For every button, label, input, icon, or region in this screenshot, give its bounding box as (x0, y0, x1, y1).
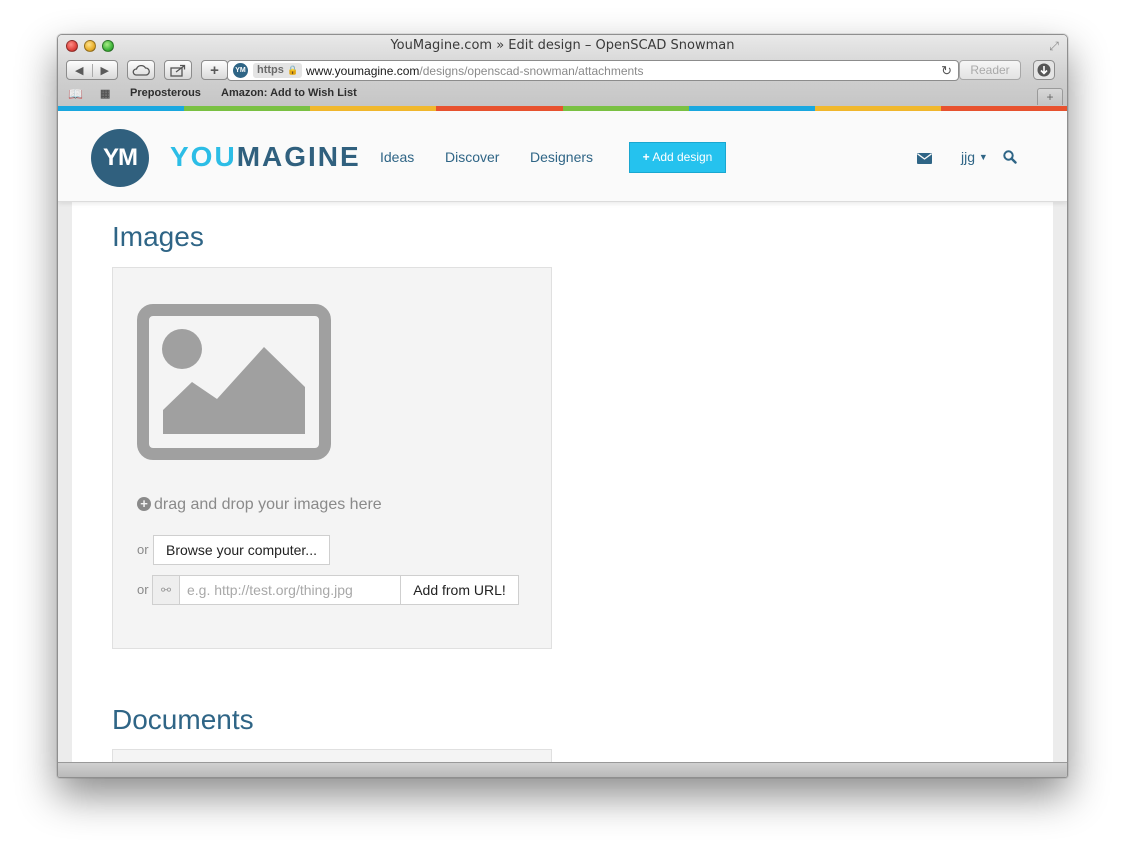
logo-mark[interactable]: YM (91, 129, 149, 187)
add-design-label: Add design (652, 150, 713, 164)
url-scheme: https (257, 64, 284, 76)
image-dropzone[interactable]: + drag and drop your images here or Brows… (112, 267, 552, 649)
back-forward-buttons[interactable]: ◀ ▶ (66, 60, 118, 80)
forward-arrow-icon[interactable]: ▶ (93, 64, 118, 77)
reader-button[interactable]: Reader (959, 60, 1021, 80)
document-dropzone[interactable] (112, 749, 552, 762)
url-upload-group: ⚯ Add from URL! (152, 575, 519, 605)
caret-down-icon: ▼ (978, 152, 988, 162)
main-content: Images + drag and drop your images here o… (72, 201, 1053, 762)
browser-chrome: YouMagine.com » Edit design – OpenSCAD S… (58, 35, 1067, 107)
add-bookmark-button[interactable]: + (201, 60, 228, 80)
browser-window: YouMagine.com » Edit design – OpenSCAD S… (57, 34, 1068, 778)
nav-discover[interactable]: Discover (445, 149, 499, 165)
plus-circle-icon: + (137, 497, 151, 511)
add-design-button[interactable]: + Add design (629, 142, 726, 173)
bookmark-item[interactable]: Preposterous (130, 87, 201, 99)
bookmarks-bar: 📖 ▦ Preposterous Amazon: Add to Wish Lis… (58, 84, 1067, 104)
web-page: YM YOUMAGINE Ideas Discover Designers + … (58, 106, 1067, 762)
images-heading: Images (112, 221, 204, 252)
image-placeholder-icon (137, 304, 331, 465)
url-text[interactable]: www.youmagine.com/designs/openscad-snowm… (306, 64, 644, 78)
reading-list-icon[interactable]: 📖 (68, 87, 83, 101)
cloud-icon (132, 64, 150, 76)
image-url-input[interactable] (180, 575, 401, 605)
bookmark-item[interactable]: Amazon: Add to Wish List (221, 87, 357, 99)
https-badge: https 🔒 (253, 63, 303, 78)
or-label: or (137, 582, 149, 597)
icloud-tabs-button[interactable] (127, 60, 155, 80)
or-label: or (137, 542, 149, 557)
envelope-icon[interactable] (917, 151, 932, 169)
share-button[interactable] (164, 60, 192, 80)
logo-wordmark[interactable]: YOUMAGINE (170, 141, 361, 173)
address-bar[interactable]: YM https 🔒 www.youmagine.com/designs/ope… (227, 60, 959, 81)
nav-ideas[interactable]: Ideas (380, 149, 414, 165)
browse-computer-button[interactable]: Browse your computer... (153, 535, 330, 565)
downloads-button[interactable] (1033, 60, 1055, 80)
new-tab-button[interactable]: + (1037, 88, 1063, 105)
reload-icon[interactable]: ↻ (941, 63, 952, 79)
logo-magine: MAGINE (236, 141, 361, 172)
search-icon[interactable] (1003, 150, 1017, 169)
fullscreen-icon[interactable]: ⤢ (1047, 39, 1061, 53)
plus-icon: + (210, 61, 219, 79)
url-domain: www.youmagine.com (306, 64, 420, 78)
site-favicon: YM (233, 63, 248, 78)
plus-icon: + (642, 150, 650, 164)
logo-you: YOU (170, 141, 237, 172)
site-header: YM YOUMAGINE Ideas Discover Designers + … (58, 111, 1067, 202)
nav-designers[interactable]: Designers (530, 149, 593, 165)
top-sites-icon[interactable]: ▦ (100, 87, 110, 100)
drag-drop-hint: + drag and drop your images here (137, 496, 382, 514)
drag-drop-text: drag and drop your images here (154, 496, 382, 513)
window-title: YouMagine.com » Edit design – OpenSCAD S… (390, 38, 735, 53)
share-icon (170, 64, 186, 77)
download-icon (1033, 60, 1055, 80)
url-path: /designs/openscad-snowman/attachments (419, 64, 644, 78)
add-from-url-button[interactable]: Add from URL! (401, 575, 519, 605)
user-name: jjg (961, 149, 976, 165)
lock-icon: 🔒 (286, 65, 299, 75)
user-menu[interactable]: jjg ▼ (961, 149, 988, 165)
documents-heading: Documents (112, 704, 254, 735)
back-arrow-icon[interactable]: ◀ (67, 63, 93, 77)
status-bar (58, 762, 1067, 777)
link-icon: ⚯ (152, 575, 180, 605)
